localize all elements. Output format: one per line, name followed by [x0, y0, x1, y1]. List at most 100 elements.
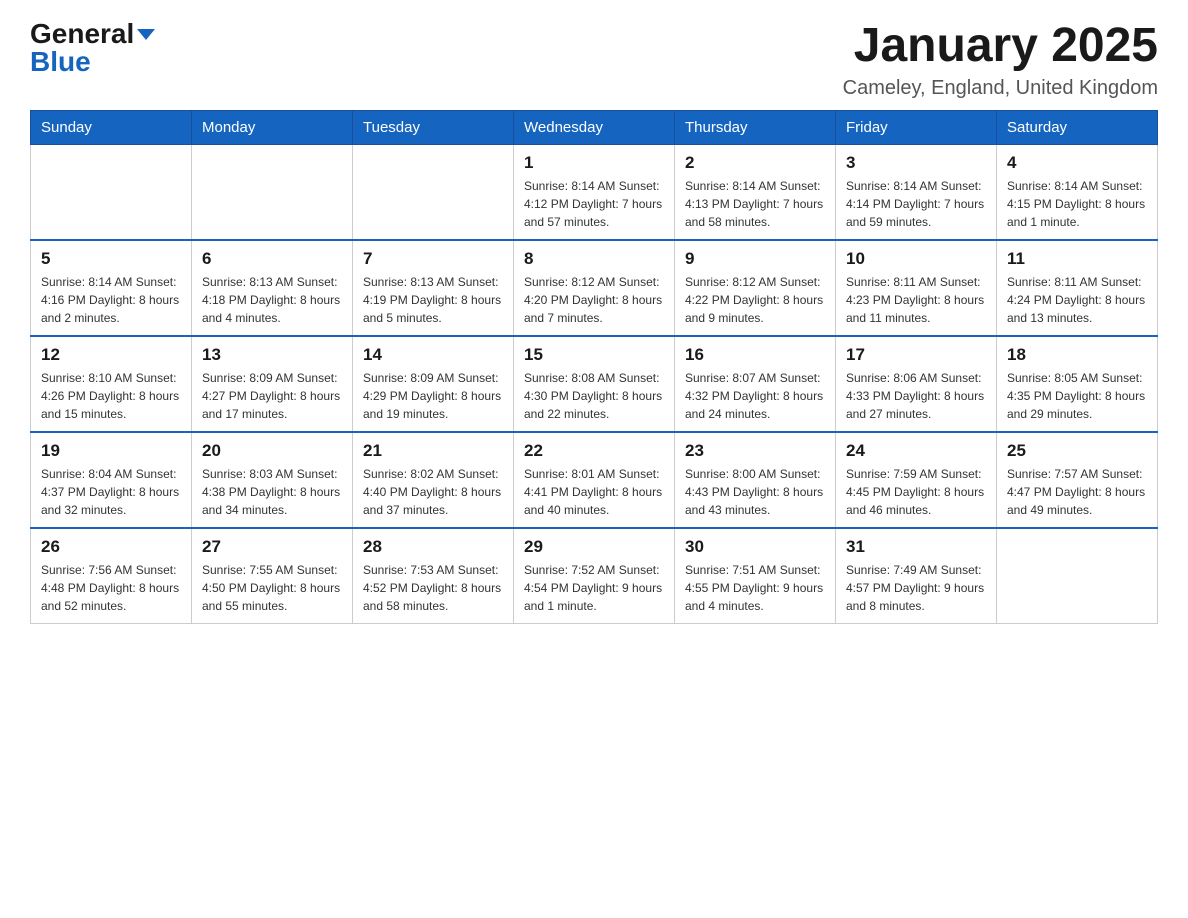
day-number: 17 — [846, 345, 986, 365]
calendar-cell: 28Sunrise: 7:53 AM Sunset: 4:52 PM Dayli… — [353, 528, 514, 624]
day-number: 6 — [202, 249, 342, 269]
day-info: Sunrise: 8:09 AM Sunset: 4:29 PM Dayligh… — [363, 369, 503, 423]
day-info: Sunrise: 8:12 AM Sunset: 4:20 PM Dayligh… — [524, 273, 664, 327]
calendar-cell: 4 Sunrise: 8:14 AM Sunset: 4:15 PM Daylig… — [997, 144, 1158, 240]
day-info: Sunrise: 8:13 AM Sunset: 4:18 PM Dayligh… — [202, 273, 342, 327]
day-info: Sunrise: 8:10 AM Sunset: 4:26 PM Dayligh… — [41, 369, 181, 423]
day-number: 22 — [524, 441, 664, 461]
calendar-cell: 25Sunrise: 7:57 AM Sunset: 4:47 PM Dayli… — [997, 432, 1158, 528]
calendar-cell — [192, 144, 353, 240]
calendar-cell: 21Sunrise: 8:02 AM Sunset: 4:40 PM Dayli… — [353, 432, 514, 528]
day-number: 23 — [685, 441, 825, 461]
day-number: 25 — [1007, 441, 1147, 461]
logo: General Blue — [30, 20, 155, 76]
month-title: January 2025 — [843, 20, 1158, 73]
day-info: Sunrise: 7:55 AM Sunset: 4:50 PM Dayligh… — [202, 561, 342, 615]
day-number: 8 — [524, 249, 664, 269]
calendar-cell: 19 Sunrise: 8:04 AM Sunset: 4:37 PM Dayli… — [31, 432, 192, 528]
calendar-cell: 22 Sunrise: 8:01 AM Sunset: 4:41 PM Dayli… — [514, 432, 675, 528]
title-section: January 2025 Cameley, England, United Ki… — [843, 20, 1158, 100]
calendar-week-row: 5 Sunrise: 8:14 AM Sunset: 4:16 PM Daylig… — [31, 240, 1158, 336]
day-info: Sunrise: 8:02 AM Sunset: 4:40 PM Dayligh… — [363, 465, 503, 519]
day-of-week-header: Monday — [192, 110, 353, 144]
calendar-cell: 23 Sunrise: 8:00 AM Sunset: 4:43 PM Dayli… — [675, 432, 836, 528]
day-number: 10 — [846, 249, 986, 269]
calendar-cell: 13Sunrise: 8:09 AM Sunset: 4:27 PM Dayli… — [192, 336, 353, 432]
calendar-week-row: 26Sunrise: 7:56 AM Sunset: 4:48 PM Dayli… — [31, 528, 1158, 624]
calendar-cell: 31Sunrise: 7:49 AM Sunset: 4:57 PM Dayli… — [836, 528, 997, 624]
calendar-cell: 17 Sunrise: 8:06 AM Sunset: 4:33 PM Dayli… — [836, 336, 997, 432]
day-number: 15 — [524, 345, 664, 365]
calendar-cell: 15Sunrise: 8:08 AM Sunset: 4:30 PM Dayli… — [514, 336, 675, 432]
day-info: Sunrise: 8:14 AM Sunset: 4:12 PM Dayligh… — [524, 177, 664, 231]
day-info: Sunrise: 8:07 AM Sunset: 4:32 PM Dayligh… — [685, 369, 825, 423]
day-number: 2 — [685, 153, 825, 173]
calendar-cell: 10 Sunrise: 8:11 AM Sunset: 4:23 PM Dayli… — [836, 240, 997, 336]
page-header: General Blue January 2025 Cameley, Engla… — [30, 20, 1158, 100]
day-number: 5 — [41, 249, 181, 269]
day-number: 27 — [202, 537, 342, 557]
day-info: Sunrise: 7:56 AM Sunset: 4:48 PM Dayligh… — [41, 561, 181, 615]
calendar-cell: 16 Sunrise: 8:07 AM Sunset: 4:32 PM Dayli… — [675, 336, 836, 432]
day-info: Sunrise: 7:51 AM Sunset: 4:55 PM Dayligh… — [685, 561, 825, 615]
calendar-cell: 26Sunrise: 7:56 AM Sunset: 4:48 PM Dayli… — [31, 528, 192, 624]
calendar-week-row: 1 Sunrise: 8:14 AM Sunset: 4:12 PM Daylig… — [31, 144, 1158, 240]
calendar-cell: 30 Sunrise: 7:51 AM Sunset: 4:55 PM Dayli… — [675, 528, 836, 624]
day-number: 1 — [524, 153, 664, 173]
day-number: 14 — [363, 345, 503, 365]
day-info: Sunrise: 8:13 AM Sunset: 4:19 PM Dayligh… — [363, 273, 503, 327]
day-of-week-header: Wednesday — [514, 110, 675, 144]
day-number: 9 — [685, 249, 825, 269]
day-info: Sunrise: 8:11 AM Sunset: 4:23 PM Dayligh… — [846, 273, 986, 327]
day-info: Sunrise: 8:00 AM Sunset: 4:43 PM Dayligh… — [685, 465, 825, 519]
calendar-cell: 9 Sunrise: 8:12 AM Sunset: 4:22 PM Daylig… — [675, 240, 836, 336]
day-number: 16 — [685, 345, 825, 365]
day-number: 29 — [524, 537, 664, 557]
calendar-cell — [353, 144, 514, 240]
day-number: 24 — [846, 441, 986, 461]
day-info: Sunrise: 8:03 AM Sunset: 4:38 PM Dayligh… — [202, 465, 342, 519]
day-info: Sunrise: 8:01 AM Sunset: 4:41 PM Dayligh… — [524, 465, 664, 519]
day-number: 4 — [1007, 153, 1147, 173]
day-info: Sunrise: 8:12 AM Sunset: 4:22 PM Dayligh… — [685, 273, 825, 327]
calendar-week-row: 12 Sunrise: 8:10 AM Sunset: 4:26 PM Dayli… — [31, 336, 1158, 432]
day-of-week-header: Sunday — [31, 110, 192, 144]
day-info: Sunrise: 8:14 AM Sunset: 4:14 PM Dayligh… — [846, 177, 986, 231]
day-info: Sunrise: 8:11 AM Sunset: 4:24 PM Dayligh… — [1007, 273, 1147, 327]
day-number: 7 — [363, 249, 503, 269]
day-number: 28 — [363, 537, 503, 557]
day-number: 13 — [202, 345, 342, 365]
day-info: Sunrise: 8:14 AM Sunset: 4:13 PM Dayligh… — [685, 177, 825, 231]
day-info: Sunrise: 8:14 AM Sunset: 4:15 PM Dayligh… — [1007, 177, 1147, 231]
calendar-cell: 18Sunrise: 8:05 AM Sunset: 4:35 PM Dayli… — [997, 336, 1158, 432]
calendar-cell: 14 Sunrise: 8:09 AM Sunset: 4:29 PM Dayli… — [353, 336, 514, 432]
calendar-cell: 20 Sunrise: 8:03 AM Sunset: 4:38 PM Dayli… — [192, 432, 353, 528]
logo-general-text: General — [30, 20, 134, 48]
day-number: 18 — [1007, 345, 1147, 365]
location-text: Cameley, England, United Kingdom — [843, 77, 1158, 100]
day-number: 19 — [41, 441, 181, 461]
day-info: Sunrise: 8:06 AM Sunset: 4:33 PM Dayligh… — [846, 369, 986, 423]
calendar-header-row: SundayMondayTuesdayWednesdayThursdayFrid… — [31, 110, 1158, 144]
day-info: Sunrise: 8:04 AM Sunset: 4:37 PM Dayligh… — [41, 465, 181, 519]
day-number: 30 — [685, 537, 825, 557]
calendar-cell: 8 Sunrise: 8:12 AM Sunset: 4:20 PM Daylig… — [514, 240, 675, 336]
calendar-cell: 12 Sunrise: 8:10 AM Sunset: 4:26 PM Dayli… — [31, 336, 192, 432]
calendar-cell: 2 Sunrise: 8:14 AM Sunset: 4:13 PM Daylig… — [675, 144, 836, 240]
calendar-cell — [997, 528, 1158, 624]
logo-arrow-icon — [137, 29, 155, 40]
day-number: 12 — [41, 345, 181, 365]
day-info: Sunrise: 8:14 AM Sunset: 4:16 PM Dayligh… — [41, 273, 181, 327]
calendar-cell: 1 Sunrise: 8:14 AM Sunset: 4:12 PM Daylig… — [514, 144, 675, 240]
day-number: 20 — [202, 441, 342, 461]
calendar-cell: 27 Sunrise: 7:55 AM Sunset: 4:50 PM Dayli… — [192, 528, 353, 624]
calendar-cell: 11Sunrise: 8:11 AM Sunset: 4:24 PM Dayli… — [997, 240, 1158, 336]
day-number: 3 — [846, 153, 986, 173]
day-info: Sunrise: 7:52 AM Sunset: 4:54 PM Dayligh… — [524, 561, 664, 615]
day-of-week-header: Thursday — [675, 110, 836, 144]
day-info: Sunrise: 7:49 AM Sunset: 4:57 PM Dayligh… — [846, 561, 986, 615]
day-of-week-header: Saturday — [997, 110, 1158, 144]
calendar-cell: 29 Sunrise: 7:52 AM Sunset: 4:54 PM Dayli… — [514, 528, 675, 624]
calendar-cell — [31, 144, 192, 240]
calendar-cell: 6 Sunrise: 8:13 AM Sunset: 4:18 PM Daylig… — [192, 240, 353, 336]
